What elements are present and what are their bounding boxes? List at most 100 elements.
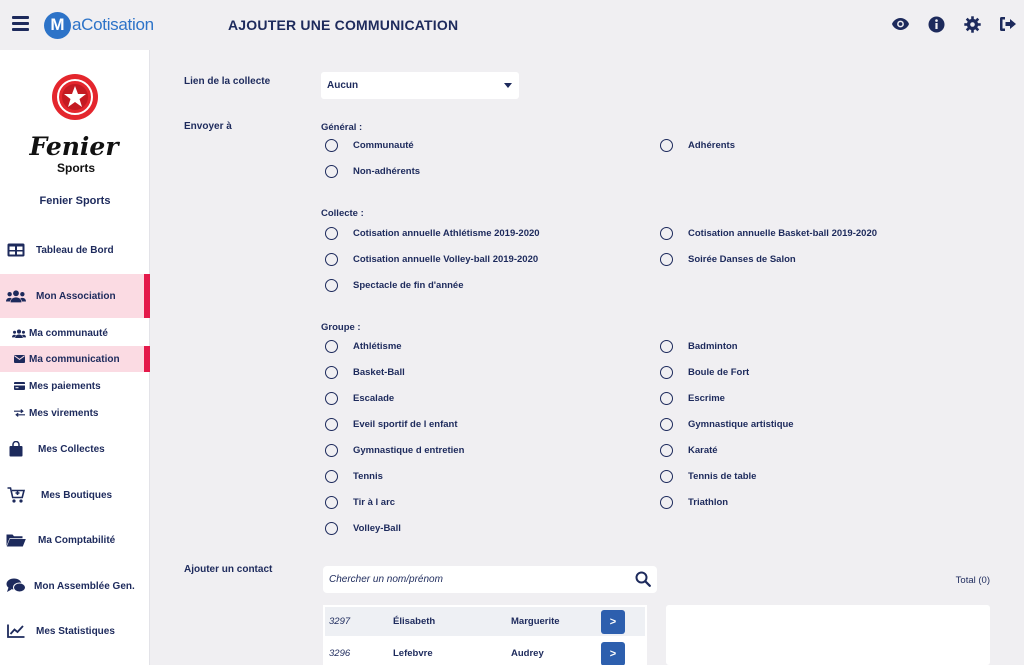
- collecte-link-label: Lien de la collecte: [184, 76, 271, 87]
- radio-circle[interactable]: [660, 392, 673, 405]
- collecte-select[interactable]: Aucun: [321, 72, 519, 99]
- radio-label: Cotisation annuelle Athlétisme 2019-2020: [353, 228, 540, 239]
- eye-icon[interactable]: [890, 14, 910, 34]
- radio-label: Gymnastique d entretien: [353, 445, 465, 456]
- radio-collecte-4[interactable]: Soirée Danses de Salon: [660, 253, 796, 266]
- radio-groupe-7[interactable]: Eveil sportif de l enfant: [325, 418, 458, 431]
- radio-collecte-1[interactable]: Cotisation annuelle Athlétisme 2019-2020: [325, 227, 540, 240]
- collecte-group-title: Collecte :: [321, 208, 364, 219]
- contact-id: 3297: [329, 616, 351, 627]
- radio-collecte-3[interactable]: Cotisation annuelle Volley-ball 2019-202…: [325, 253, 538, 266]
- sidebar-item-tableau-de-bord[interactable]: Tableau de Bord: [0, 228, 150, 272]
- selected-contacts-panel: [666, 605, 990, 665]
- sidebar-item-label: Mes Statistiques: [36, 625, 115, 637]
- logout-icon[interactable]: [998, 14, 1018, 34]
- radio-groupe-12[interactable]: Tennis de table: [660, 470, 756, 483]
- club-name: Fenier Sports: [39, 195, 111, 207]
- radio-circle[interactable]: [325, 496, 338, 509]
- radio-circle[interactable]: [325, 227, 338, 240]
- radio-circle[interactable]: [325, 279, 338, 292]
- radio-label: Communauté: [353, 140, 414, 151]
- sidebar-item-label: Mes virements: [29, 407, 99, 419]
- radio-label: Soirée Danses de Salon: [688, 254, 796, 265]
- radio-circle[interactable]: [660, 340, 673, 353]
- search-input[interactable]: [329, 566, 619, 593]
- radio-circle[interactable]: [660, 366, 673, 379]
- sidebar-item-label: Mon Assemblée Gen.: [34, 580, 135, 592]
- sidebar-item-label: Mes paiements: [29, 380, 101, 392]
- envelope-icon: [12, 351, 26, 367]
- users-small-icon: [12, 325, 26, 341]
- radio-circle[interactable]: [325, 522, 338, 535]
- contact-row: 3297 Élisabeth Marguerite >: [325, 607, 645, 636]
- radio-circle[interactable]: [660, 253, 673, 266]
- info-icon[interactable]: [926, 14, 946, 34]
- sidebar-item-ma-communaute[interactable]: Ma communauté: [0, 320, 150, 346]
- radio-label: Eveil sportif de l enfant: [353, 419, 458, 430]
- sidebar-item-label: Ma communication: [29, 353, 120, 365]
- radio-groupe-9[interactable]: Gymnastique d entretien: [325, 444, 464, 457]
- add-contact-button[interactable]: >: [601, 609, 625, 634]
- club-logo-subtext: Sports: [57, 161, 95, 175]
- radio-collecte-2[interactable]: Cotisation annuelle Basket-ball 2019-202…: [660, 227, 877, 240]
- radio-circle[interactable]: [660, 139, 673, 152]
- groupe-group-title: Groupe :: [321, 322, 361, 333]
- radio-adherents[interactable]: Adhérents: [660, 139, 735, 152]
- chart-icon: [6, 623, 26, 639]
- radio-circle[interactable]: [660, 444, 673, 457]
- radio-circle[interactable]: [325, 253, 338, 266]
- contact-first: Élisabeth: [393, 616, 436, 627]
- radio-circle[interactable]: [325, 139, 338, 152]
- radio-groupe-6[interactable]: Escrime: [660, 392, 725, 405]
- sidebar-item-ma-comptabilite[interactable]: Ma Comptabilité: [0, 518, 150, 562]
- radio-groupe-3[interactable]: Basket-Ball: [325, 366, 405, 379]
- radio-circle[interactable]: [325, 165, 338, 178]
- radio-groupe-13[interactable]: Tir à l arc: [325, 496, 395, 509]
- sidebar-item-ma-communication[interactable]: Ma communication: [0, 346, 150, 372]
- total-count: Total (0): [955, 575, 990, 586]
- radio-groupe-8[interactable]: Gymnastique artistique: [660, 418, 794, 431]
- radio-groupe-14[interactable]: Triathlon: [660, 496, 728, 509]
- radio-circle[interactable]: [660, 496, 673, 509]
- radio-circle[interactable]: [325, 444, 338, 457]
- radio-groupe-10[interactable]: Karaté: [660, 444, 718, 457]
- radio-label: Tir à l arc: [353, 497, 396, 508]
- sidebar-item-mes-paiements[interactable]: Mes paiements: [0, 373, 150, 399]
- search-icon[interactable]: [635, 571, 651, 587]
- contact-row: 3296 Lefebvre Audrey >: [325, 639, 645, 665]
- radio-label: Tennis de table: [688, 471, 757, 482]
- radio-circle[interactable]: [660, 227, 673, 240]
- radio-label: Cotisation annuelle Volley-ball 2019-202…: [353, 254, 539, 265]
- radio-communaute[interactable]: Communauté: [325, 139, 414, 152]
- radio-collecte-5[interactable]: Spectacle de fin d'année: [325, 279, 464, 292]
- cart-icon: [6, 487, 26, 503]
- sidebar-item-mes-collectes[interactable]: Mes Collectes: [0, 427, 150, 471]
- add-contact-button[interactable]: >: [601, 641, 625, 665]
- radio-label: Badminton: [688, 341, 738, 352]
- radio-groupe-4[interactable]: Boule de Fort: [660, 366, 749, 379]
- radio-circle[interactable]: [660, 470, 673, 483]
- sidebar-item-mes-virements[interactable]: Mes virements: [0, 400, 150, 426]
- radio-groupe-1[interactable]: Athlétisme: [325, 340, 402, 353]
- radio-label: Basket-Ball: [353, 367, 405, 378]
- sidebar-item-mon-assemblee[interactable]: Mon Assemblée Gen.: [0, 564, 150, 608]
- menu-icon[interactable]: [12, 16, 29, 31]
- radio-groupe-2[interactable]: Badminton: [660, 340, 738, 353]
- gear-icon[interactable]: [962, 14, 982, 34]
- sidebar-item-mon-association[interactable]: Mon Association: [0, 274, 150, 318]
- radio-label: Escrime: [688, 393, 725, 404]
- radio-groupe-5[interactable]: Escalade: [325, 392, 394, 405]
- sidebar-item-mes-boutiques[interactable]: Mes Boutiques: [0, 473, 150, 517]
- radio-groupe-11[interactable]: Tennis: [325, 470, 383, 483]
- radio-circle[interactable]: [660, 418, 673, 431]
- radio-circle[interactable]: [325, 392, 338, 405]
- radio-circle[interactable]: [325, 418, 338, 431]
- sidebar-item-mes-statistiques[interactable]: Mes Statistiques: [0, 609, 150, 653]
- radio-circle[interactable]: [325, 470, 338, 483]
- radio-non-adherents[interactable]: Non-adhérents: [325, 165, 420, 178]
- radio-groupe-15[interactable]: Volley-Ball: [325, 522, 401, 535]
- contact-search: [323, 566, 657, 593]
- radio-circle[interactable]: [325, 340, 338, 353]
- app-logo[interactable]: M aCotisation: [44, 11, 154, 39]
- radio-circle[interactable]: [325, 366, 338, 379]
